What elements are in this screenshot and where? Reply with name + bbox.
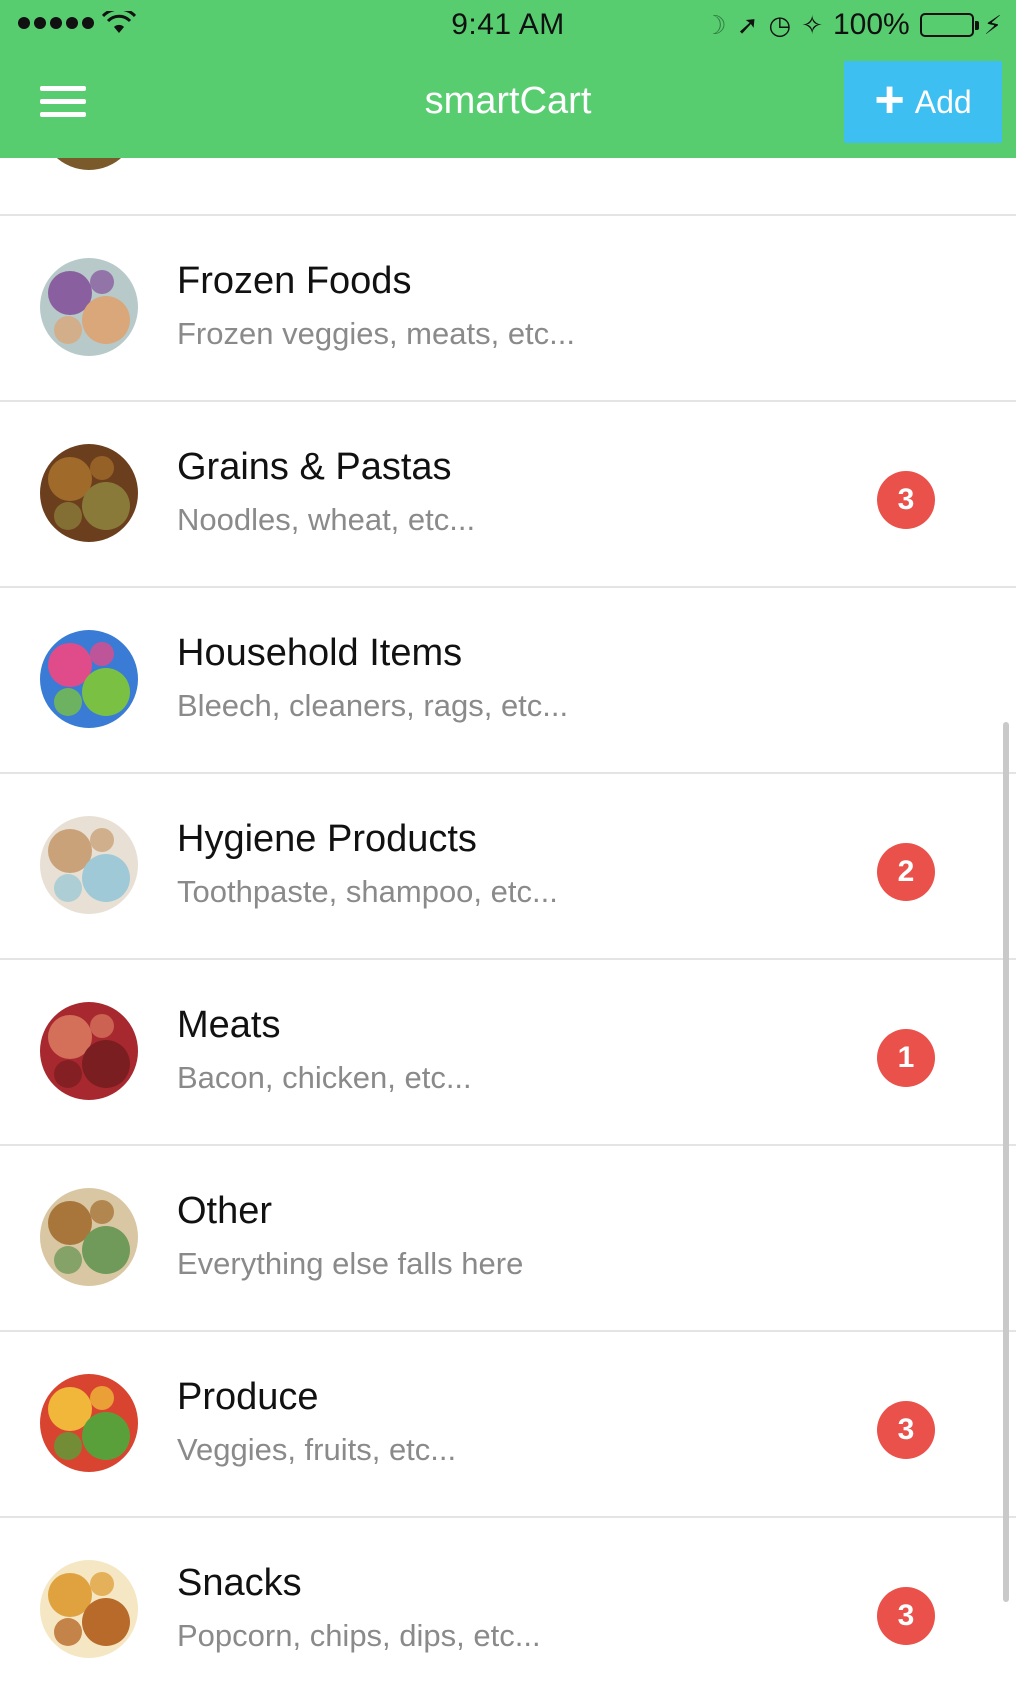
plus-icon: + (874, 71, 905, 129)
status-bar: 9:41 AM ☽ ➚ ◷ ✧ 100% ⚡ (0, 0, 1016, 52)
category-name: Frozen Foods (177, 260, 412, 302)
category-name: Household Items (177, 632, 463, 674)
category-description: Frozen veggies, meats, etc... (177, 316, 576, 351)
app-header: 9:41 AM ☽ ➚ ◷ ✧ 100% ⚡ smartCart + Add (0, 0, 1016, 158)
navigation-bar: smartCart + Add (0, 52, 1016, 158)
category-list[interactable]: Frozen Foods Frozen veggies, meats, etc.… (0, 30, 1016, 1692)
list-item-frozen-foods[interactable]: Frozen Foods Frozen veggies, meats, etc.… (0, 216, 1016, 402)
grains-pastas-thumbnail (40, 444, 138, 542)
bluetooth-icon: ✧ (801, 10, 823, 40)
list-item-other[interactable]: Other Everything else falls here (0, 1146, 1016, 1332)
hygiene-products-thumbnail (40, 816, 138, 914)
location-arrow-icon: ➚ (736, 10, 759, 40)
category-description: Toothpaste, shampoo, etc... (177, 874, 558, 909)
item-count-badge: 1 (877, 1029, 935, 1087)
alarm-icon: ◷ (768, 10, 792, 40)
category-name: Grains & Pastas (177, 446, 452, 488)
category-name: Other (177, 1190, 273, 1232)
category-name: Produce (177, 1376, 319, 1418)
category-description: Veggies, fruits, etc... (177, 1432, 457, 1467)
battery-percent: 100% (833, 8, 910, 41)
add-button-label: Add (914, 83, 972, 120)
battery-icon (919, 13, 979, 37)
list-item-snacks[interactable]: Snacks Popcorn, chips, dips, etc... 3 (0, 1518, 1016, 1692)
scrollbar[interactable] (1003, 722, 1009, 1602)
category-name: Snacks (177, 1562, 302, 1604)
charging-bolt-icon: ⚡ (983, 10, 1002, 40)
item-count-badge: 3 (877, 1401, 935, 1459)
category-description: Everything else falls here (177, 1246, 524, 1281)
household-items-thumbnail (40, 630, 138, 728)
list-item-hygiene-products[interactable]: Hygiene Products Toothpaste, shampoo, et… (0, 774, 1016, 960)
meats-thumbnail (40, 1002, 138, 1100)
category-description: Bleech, cleaners, rags, etc... (177, 688, 569, 723)
produce-thumbnail (40, 1374, 138, 1472)
category-name: Hygiene Products (177, 818, 477, 860)
item-count-badge: 3 (877, 471, 935, 529)
frozen-foods-thumbnail (40, 258, 138, 356)
item-count-badge: 3 (877, 1587, 935, 1645)
snacks-thumbnail (40, 1560, 138, 1658)
list-item-meats[interactable]: Meats Bacon, chicken, etc... 1 (0, 960, 1016, 1146)
category-description: Bacon, chicken, etc... (177, 1060, 472, 1095)
list-item-grains-pastas[interactable]: Grains & Pastas Noodles, wheat, etc... 3 (0, 402, 1016, 588)
list-item-produce[interactable]: Produce Veggies, fruits, etc... 3 (0, 1332, 1016, 1518)
category-name: Meats (177, 1004, 281, 1046)
category-description: Noodles, wheat, etc... (177, 502, 476, 537)
app-screen: Frozen Foods Frozen veggies, meats, etc.… (0, 0, 1016, 1692)
category-description: Popcorn, chips, dips, etc... (177, 1618, 541, 1653)
other-thumbnail (40, 1188, 138, 1286)
list-item-household-items[interactable]: Household Items Bleech, cleaners, rags, … (0, 588, 1016, 774)
item-count-badge: 2 (877, 843, 935, 901)
do-not-disturb-icon: ☽ (703, 10, 727, 40)
add-button[interactable]: + Add (844, 61, 1002, 143)
status-indicators: ☽ ➚ ◷ ✧ 100% ⚡ (703, 8, 1002, 42)
